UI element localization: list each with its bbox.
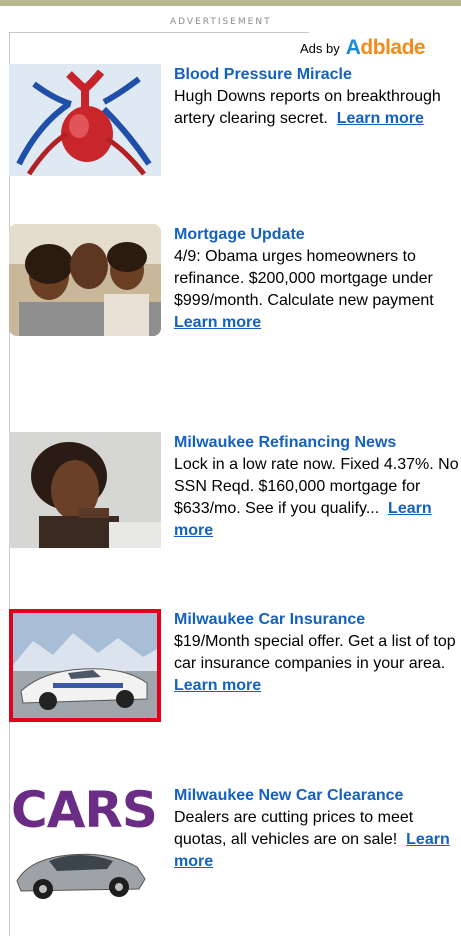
ad-unit: Blood Pressure Miracle Hugh Downs report…: [9, 64, 461, 176]
ad-title[interactable]: Mortgage Update: [174, 226, 305, 243]
ad-title[interactable]: Milwaukee Car Insurance: [174, 611, 365, 628]
adblade-logo-a: A: [345, 36, 361, 59]
adblade-logo-rest: dblade: [360, 36, 426, 59]
ad-title[interactable]: Blood Pressure Miracle: [174, 66, 352, 83]
ads-by-attribution[interactable]: Ads by Adblade: [300, 36, 426, 59]
top-border: [0, 0, 461, 6]
ads-by-text: Ads by: [300, 40, 340, 56]
ad-title[interactable]: Milwaukee Refinancing News: [174, 434, 396, 451]
ad-title[interactable]: Milwaukee New Car Clearance: [174, 787, 403, 804]
ad-unit: Mortgage Update 4/9: Obama urges homeown…: [9, 224, 461, 336]
ad-divider: [9, 32, 309, 33]
learn-more-link[interactable]: Learn more: [337, 110, 424, 127]
cars-logo-text: CARS: [11, 785, 158, 839]
race-car-photo-image[interactable]: [9, 609, 161, 722]
ad-body: Dealers are cutting prices to meet quota…: [174, 809, 414, 848]
woman-photo-image[interactable]: [9, 432, 161, 548]
ad-body: 4/9: Obama urges homeowners to refinance…: [174, 248, 434, 309]
ad-unit: Milwaukee Refinancing News Lock in a low…: [9, 432, 461, 557]
learn-more-link[interactable]: Learn more: [174, 677, 261, 694]
advertisement-label: ADVERTISEMENT: [170, 17, 272, 27]
family-photo-image[interactable]: [9, 224, 161, 336]
ad-unit: Milwaukee Car Insurance $19/Month specia…: [9, 609, 461, 722]
cars-logo-image[interactable]: CARS: [9, 785, 161, 903]
learn-more-link[interactable]: Learn more: [174, 314, 261, 331]
adblade-logo[interactable]: Adblade: [345, 36, 426, 59]
heart-illustration-image[interactable]: [9, 64, 161, 176]
ad-body: $19/Month special offer. Get a list of t…: [174, 633, 456, 672]
ad-unit: CARS Milwaukee New Car Clearance Dealers…: [9, 785, 461, 899]
